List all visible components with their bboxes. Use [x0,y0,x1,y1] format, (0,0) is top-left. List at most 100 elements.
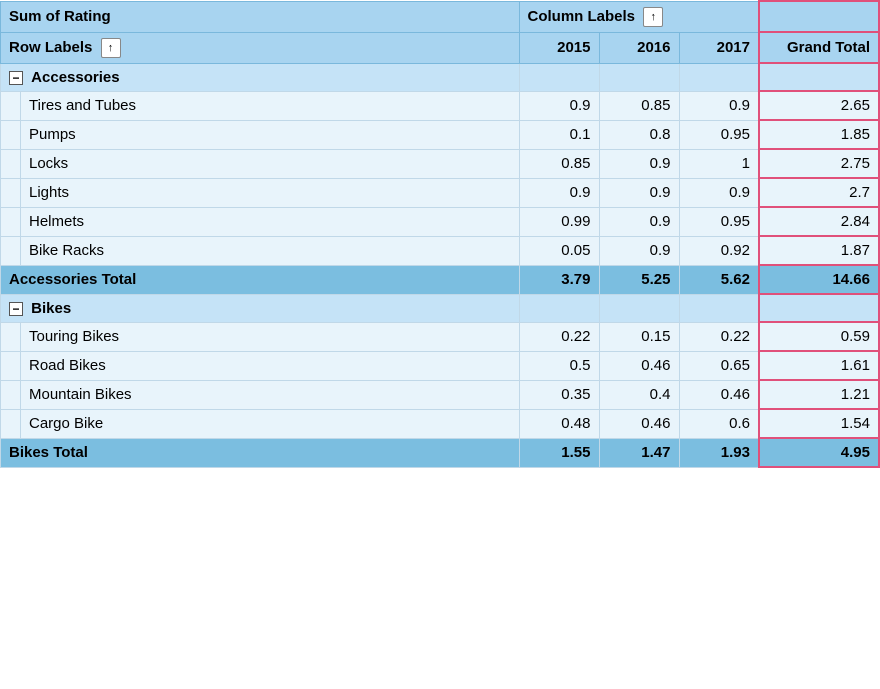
row-labels-sort-button[interactable]: ↑ [101,38,121,58]
total-2015-1: 1.55 [519,438,599,467]
item-indent-0-5 [1,236,21,265]
grand-total-header: Grand Total [759,32,879,63]
pivot-table: Sum of Rating Column Labels ↑ Row Labels… [0,0,880,468]
item-indent-0-1 [1,120,21,149]
category-2016-1 [599,294,679,322]
item-row-1-0: Touring Bikes 0.22 0.15 0.22 0.59 [1,322,880,351]
total-label-0: Accessories Total [1,265,520,294]
item-2016-0-1: 0.8 [599,120,679,149]
category-2015-0 [519,63,599,91]
item-grand-total-1-3: 1.54 [759,409,879,438]
item-2017-0-1: 0.95 [679,120,759,149]
item-indent-0-4 [1,207,21,236]
total-row-1: Bikes Total 1.55 1.47 1.93 4.95 [1,438,880,467]
col-2017-header: 2017 [679,32,759,63]
item-row-0-4: Helmets 0.99 0.9 0.95 2.84 [1,207,880,236]
sum-of-rating-label: Sum of Rating [9,8,111,25]
item-2015-0-2: 0.85 [519,149,599,178]
item-grand-total-0-2: 2.75 [759,149,879,178]
column-labels-text: Column Labels [528,7,636,24]
item-2017-0-5: 0.92 [679,236,759,265]
item-indent-0-2 [1,149,21,178]
total-grand-0: 14.66 [759,265,879,294]
item-2017-1-1: 0.65 [679,351,759,380]
item-grand-total-1-1: 1.61 [759,351,879,380]
item-2017-0-0: 0.9 [679,91,759,120]
item-2017-0-4: 0.95 [679,207,759,236]
item-row-0-1: Pumps 0.1 0.8 0.95 1.85 [1,120,880,149]
item-2016-1-2: 0.4 [599,380,679,409]
column-labels-sort-button[interactable]: ↑ [643,7,663,27]
item-grand-total-0-5: 1.87 [759,236,879,265]
item-label-0-2: Locks [21,149,520,178]
item-row-1-3: Cargo Bike 0.48 0.46 0.6 1.54 [1,409,880,438]
item-row-0-5: Bike Racks 0.05 0.9 0.92 1.87 [1,236,880,265]
category-2015-1 [519,294,599,322]
item-label-0-1: Pumps [21,120,520,149]
total-2016-0: 5.25 [599,265,679,294]
col-2015-header: 2015 [519,32,599,63]
item-grand-total-1-2: 1.21 [759,380,879,409]
item-label-1-0: Touring Bikes [21,322,520,351]
item-label-1-2: Mountain Bikes [21,380,520,409]
category-2017-0 [679,63,759,91]
table-body: − Accessories Tires and Tubes 0.9 0.85 0… [1,63,880,467]
item-grand-total-0-3: 2.7 [759,178,879,207]
item-row-1-2: Mountain Bikes 0.35 0.4 0.46 1.21 [1,380,880,409]
item-2017-0-2: 1 [679,149,759,178]
item-indent-0-0 [1,91,21,120]
item-2015-0-0: 0.9 [519,91,599,120]
item-2016-0-4: 0.9 [599,207,679,236]
total-2017-0: 5.62 [679,265,759,294]
total-2017-1: 1.93 [679,438,759,467]
category-grand-total-1 [759,294,879,322]
item-label-0-0: Tires and Tubes [21,91,520,120]
header-row-2: Row Labels ↑ 2015 2016 2017 Grand Total [1,32,880,63]
collapse-icon-0[interactable]: − [9,71,23,85]
total-2016-1: 1.47 [599,438,679,467]
item-row-0-3: Lights 0.9 0.9 0.9 2.7 [1,178,880,207]
item-2016-0-5: 0.9 [599,236,679,265]
item-2017-1-3: 0.6 [679,409,759,438]
grand-total-header-top [759,1,879,32]
item-label-1-3: Cargo Bike [21,409,520,438]
item-2015-1-0: 0.22 [519,322,599,351]
item-grand-total-1-0: 0.59 [759,322,879,351]
item-2015-0-5: 0.05 [519,236,599,265]
category-label-1: − Bikes [1,294,520,322]
item-indent-1-1 [1,351,21,380]
item-2016-0-2: 0.9 [599,149,679,178]
collapse-icon-1[interactable]: − [9,302,23,316]
total-grand-1: 4.95 [759,438,879,467]
header-row-1: Sum of Rating Column Labels ↑ [1,1,880,32]
item-label-0-5: Bike Racks [21,236,520,265]
item-2017-0-3: 0.9 [679,178,759,207]
item-indent-1-2 [1,380,21,409]
total-label-1: Bikes Total [1,438,520,467]
item-2017-1-0: 0.22 [679,322,759,351]
item-row-0-0: Tires and Tubes 0.9 0.85 0.9 2.65 [1,91,880,120]
item-row-1-1: Road Bikes 0.5 0.46 0.65 1.61 [1,351,880,380]
category-2016-0 [599,63,679,91]
item-2016-1-0: 0.15 [599,322,679,351]
item-grand-total-0-1: 1.85 [759,120,879,149]
item-2015-1-1: 0.5 [519,351,599,380]
item-grand-total-0-0: 2.65 [759,91,879,120]
item-indent-1-3 [1,409,21,438]
item-2015-0-4: 0.99 [519,207,599,236]
item-2015-1-2: 0.35 [519,380,599,409]
item-2017-1-2: 0.46 [679,380,759,409]
item-2016-1-3: 0.46 [599,409,679,438]
sum-of-rating-header: Sum of Rating [1,1,520,32]
row-labels-text: Row Labels [9,38,92,55]
item-label-1-1: Road Bikes [21,351,520,380]
item-2015-1-3: 0.48 [519,409,599,438]
item-2015-0-1: 0.1 [519,120,599,149]
item-indent-1-0 [1,322,21,351]
item-label-0-4: Helmets [21,207,520,236]
item-2015-0-3: 0.9 [519,178,599,207]
item-2016-0-0: 0.85 [599,91,679,120]
category-grand-total-0 [759,63,879,91]
item-indent-0-3 [1,178,21,207]
total-row-0: Accessories Total 3.79 5.25 5.62 14.66 [1,265,880,294]
